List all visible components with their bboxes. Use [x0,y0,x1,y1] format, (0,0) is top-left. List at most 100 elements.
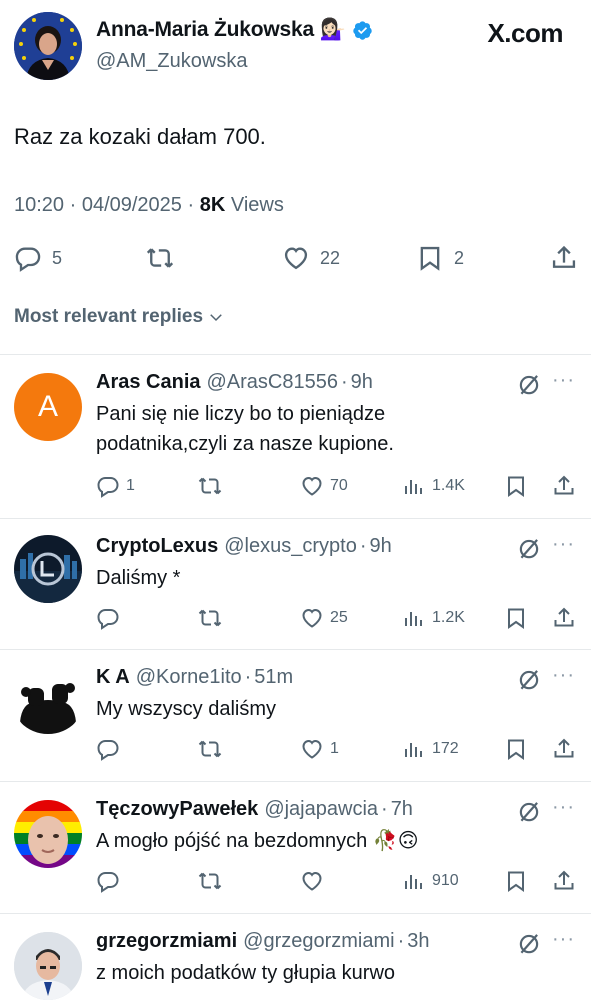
share-button[interactable] [550,238,578,278]
grok-icon[interactable] [516,930,542,956]
reply-avatar[interactable] [14,535,82,603]
like-button[interactable]: 70 [300,471,348,501]
tweet-text: Raz za kozaki dałam 700. [14,124,266,149]
divider [0,354,591,355]
bookmark-button[interactable]: 2 [416,238,464,278]
views-label: Views [225,194,284,216]
author-avatar[interactable] [14,12,82,80]
like-icon [302,739,322,759]
verified-badge-icon [353,20,372,40]
reply-button[interactable] [96,603,126,633]
reply-header: grzegorzmiami @grzegorzmiami · 3h [96,930,430,953]
views-button[interactable]: 1.2K [402,603,465,633]
reply-time[interactable]: 3h [407,930,429,953]
tweet-actions: 5 22 2 [0,238,591,278]
share-icon [554,475,574,495]
reply-author-handle[interactable]: @jajapawcia [264,798,378,821]
reply-text: A mogło pójść na bezdomnych 🥀🙃 [96,830,419,852]
reply-time[interactable]: 7h [391,798,413,821]
like-button[interactable]: 22 [282,238,340,278]
like-icon [302,608,322,628]
share-button[interactable] [552,734,576,764]
reply-text: My wszyscy daliśmy [96,698,277,720]
reply-author-handle[interactable]: @ArasC81556 [207,371,338,394]
site-logo: X.com [487,18,563,48]
reply-sort-dropdown[interactable]: Most relevant replies [14,306,225,328]
repost-icon [146,248,174,268]
divider [0,781,591,782]
repost-button[interactable] [198,866,222,896]
analytics-icon [405,875,422,889]
like-button[interactable] [300,866,330,896]
like-button[interactable]: 25 [300,603,348,633]
share-icon [554,607,574,627]
reply-author-name[interactable]: grzegorzmiami [96,930,237,953]
reply-header: TęczowyPawełek @jajapawcia · 7h [96,798,413,821]
grok-icon[interactable] [516,666,542,692]
tweet-meta: 10:20 · 04/09/2025 · 8K Views [14,194,284,217]
views-button[interactable]: 1.4K [402,471,465,501]
reply-author-name[interactable]: Aras Cania [96,371,201,394]
repost-button[interactable] [198,603,222,633]
bookmark-button[interactable] [504,603,528,633]
reply-avatar[interactable] [14,800,82,868]
reply-avatar[interactable] [14,932,82,1000]
author-handle[interactable]: @AM_Zukowska [96,50,247,73]
reply-button[interactable] [96,866,126,896]
analytics-icon [405,743,422,757]
reply-author-handle[interactable]: @grzegorzmiami [243,930,394,953]
analytics-icon [405,480,422,494]
repost-icon [198,477,222,495]
repost-icon [198,609,222,627]
reply-author-name[interactable]: TęczowyPawełek [96,798,258,821]
views-button[interactable]: 910 [402,866,459,896]
reply-author-handle[interactable]: @Korne1ito [136,666,242,689]
repost-button[interactable] [146,238,184,278]
repost-icon [198,872,222,890]
more-options-icon[interactable]: ··· [552,369,575,392]
bookmark-icon [508,871,524,892]
analytics-icon [405,612,422,626]
bookmark-button[interactable] [504,866,528,896]
reply-author-handle[interactable]: @lexus_crypto [224,535,357,558]
repost-button[interactable] [198,471,222,501]
share-button[interactable] [552,471,576,501]
reply-avatar[interactable] [14,668,82,736]
reply-button[interactable] [96,734,126,764]
bookmark-button[interactable] [504,471,528,501]
author-name[interactable]: Anna-Maria Żukowska 💁🏻‍♀️ [96,18,373,42]
reply-icon [97,872,119,893]
views-button[interactable]: 172 [402,734,459,764]
reply-icon [97,740,119,761]
reply-button[interactable]: 5 [14,238,62,278]
reply-button[interactable]: 1 [96,471,135,501]
more-options-icon[interactable]: ··· [552,928,575,951]
more-options-icon[interactable]: ··· [552,664,575,687]
bookmark-icon [508,739,524,760]
reply-author-name[interactable]: CryptoLexus [96,535,218,558]
views-count: 8K [199,194,226,216]
share-button[interactable] [552,866,576,896]
reply-actions: 1 172 [0,734,591,764]
grok-icon[interactable] [516,535,542,561]
reply-time[interactable]: 51m [254,666,293,689]
reply-header: Aras Cania @ArasC81556 · 9h [96,371,373,394]
reply-actions: 25 1.2K [0,603,591,633]
more-options-icon[interactable]: ··· [552,533,575,556]
more-options-icon[interactable]: ··· [552,796,575,819]
like-button[interactable]: 1 [300,734,339,764]
grok-icon[interactable] [516,798,542,824]
divider [0,518,591,519]
share-button[interactable] [552,603,576,633]
woman-tipping-hand-emoji: 💁🏻‍♀️ [319,18,346,41]
reply-author-name[interactable]: K A [96,666,130,689]
share-icon [552,245,576,268]
reply-avatar[interactable]: A [14,373,82,441]
share-icon [554,870,574,890]
reply-time[interactable]: 9h [370,535,392,558]
reply-time[interactable]: 9h [351,371,373,394]
tweet-timestamp[interactable]: 10:20 · 04/09/2025 · [14,194,200,216]
bookmark-button[interactable] [504,734,528,764]
repost-button[interactable] [198,734,222,764]
grok-icon[interactable] [516,371,542,397]
